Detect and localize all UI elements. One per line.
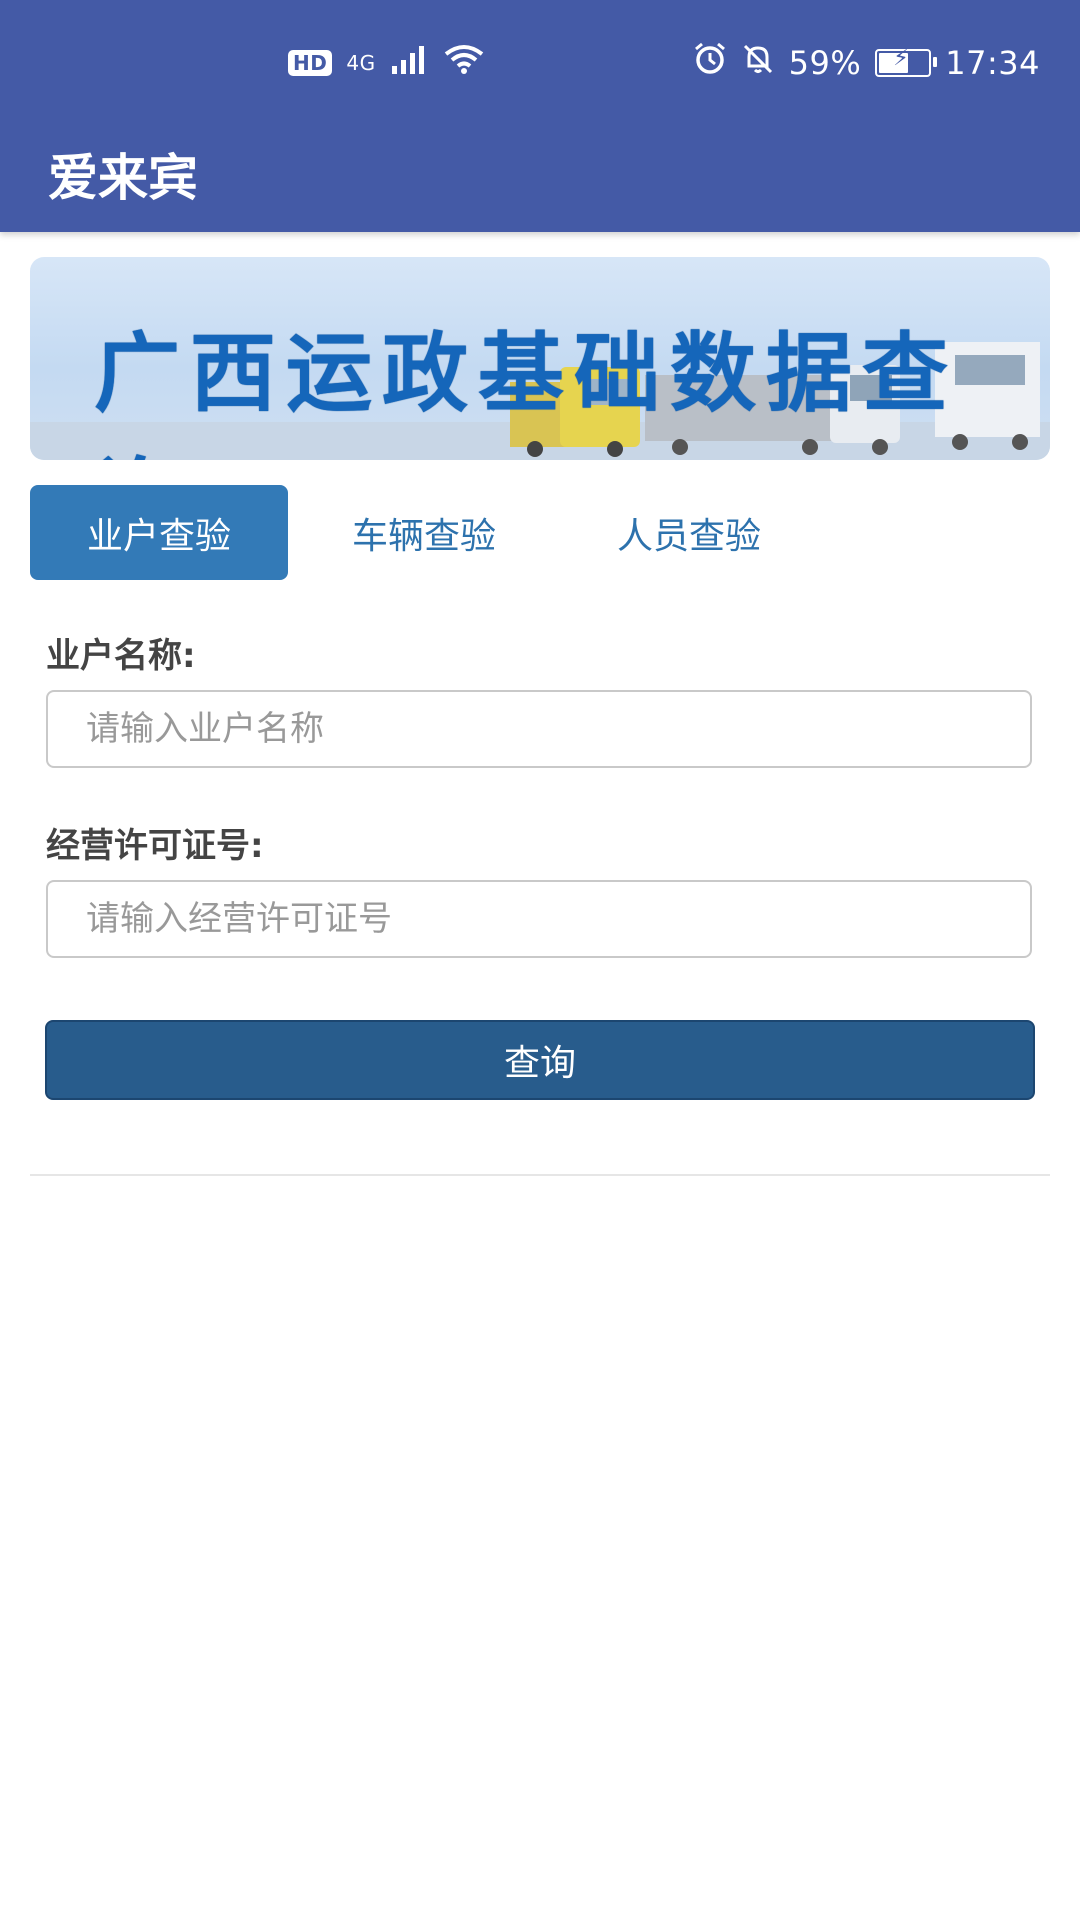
query-button[interactable]: 查询: [45, 1020, 1035, 1100]
banner-title: 广西运政基础数据查询: [94, 324, 958, 460]
app-bar: HD 4G 59% ⚡ 17:34 爱来宾: [0, 0, 1080, 232]
mute-bell-icon: [741, 42, 775, 84]
app-title: 爱来宾: [48, 149, 198, 207]
license-number-label: 经营许可证号:: [46, 826, 264, 866]
signal-icon: [390, 44, 430, 82]
tab-business-check[interactable]: 业户查验: [30, 485, 288, 580]
clock: 17:34: [945, 44, 1040, 82]
tab-personnel-check[interactable]: 人员查验: [560, 485, 818, 580]
wifi-icon: [444, 44, 484, 82]
battery-percent: 59%: [788, 44, 862, 82]
query-tabs: 业户查验 车辆查验 人员查验: [30, 485, 1050, 580]
status-bar-left: HD 4G: [288, 38, 484, 88]
tab-vehicle-check[interactable]: 车辆查验: [295, 485, 553, 580]
business-name-label: 业户名称:: [46, 636, 196, 676]
network-type: 4G: [346, 51, 376, 75]
banner-image: 广西运政基础数据查询: [30, 257, 1050, 460]
license-number-input[interactable]: [46, 880, 1032, 958]
business-name-input[interactable]: [46, 690, 1032, 768]
status-bar-right: 59% ⚡ 17:34: [693, 38, 1040, 88]
divider: [30, 1174, 1050, 1176]
alarm-icon: [693, 42, 727, 84]
hd-indicator: HD: [288, 50, 333, 76]
battery-icon: ⚡: [875, 46, 938, 77]
